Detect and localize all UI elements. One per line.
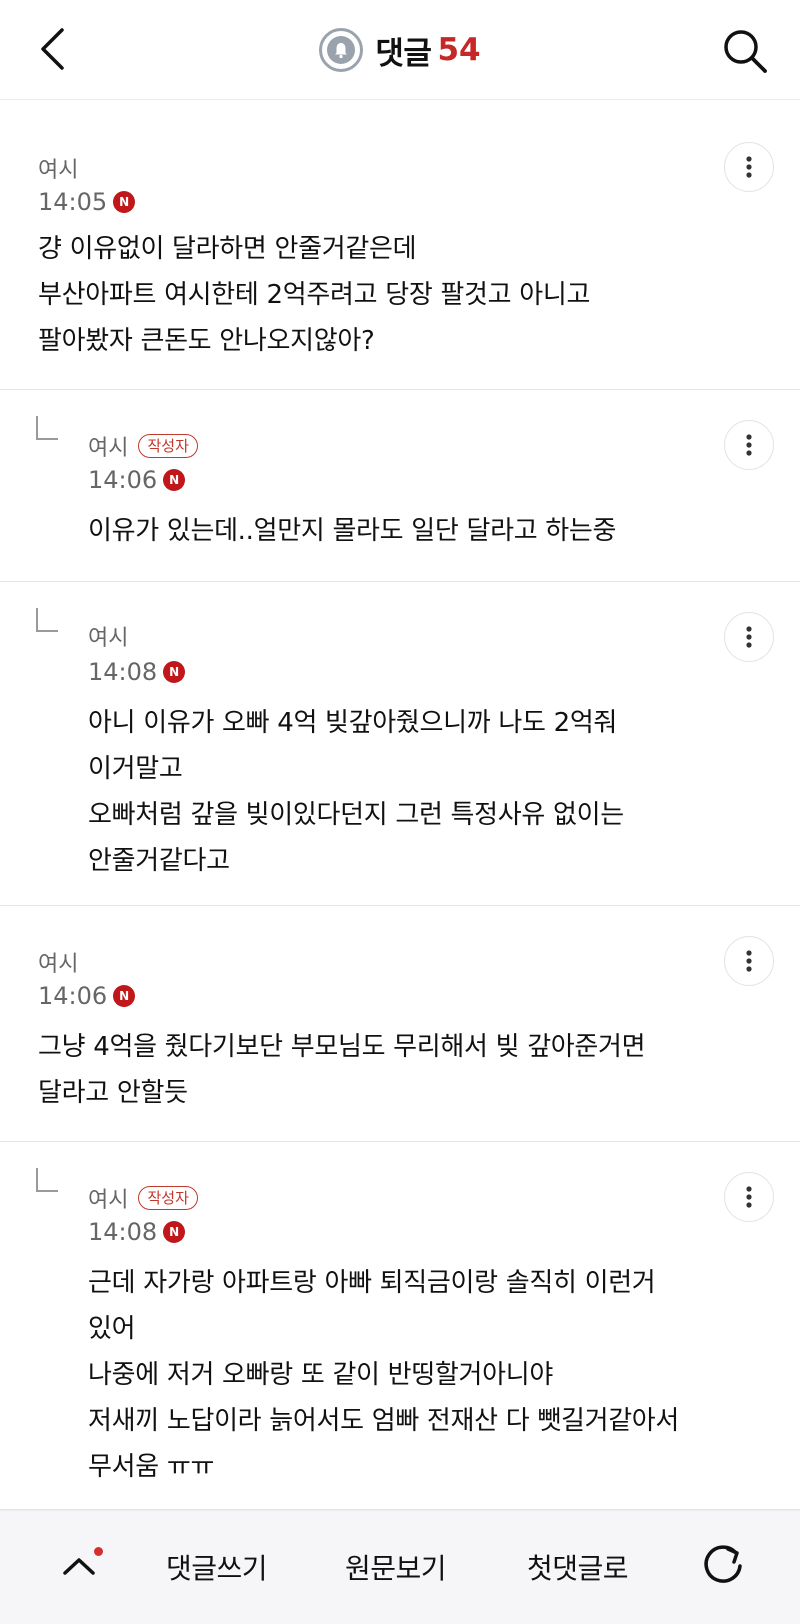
reply-arrow-icon xyxy=(36,416,58,440)
comments-label: 댓글 xyxy=(375,35,432,72)
more-options-icon[interactable] xyxy=(724,1172,774,1222)
comment-time: 14:06 N xyxy=(38,982,136,1010)
bottom-toolbar: 댓글쓰기 원문보기 첫댓글로 xyxy=(0,1510,800,1624)
notification-dot xyxy=(94,1547,103,1556)
comment-author: 여시 작성자 xyxy=(88,430,198,462)
comments-count: 54 xyxy=(437,32,481,68)
reply-arrow-icon xyxy=(36,1168,58,1192)
comment-text: 걍 이유없이 달라하면 안줄거같은데 부산아파트 여시한테 2억주려고 당장 팔… xyxy=(38,234,591,356)
comment-text: 근데 자가랑 아파트랑 아빠 퇴직금이랑 솔직히 이런거 있어 나중에 저거 오… xyxy=(88,1268,680,1482)
comment-author: 여시 작성자 xyxy=(88,1182,198,1214)
new-badge: N xyxy=(113,191,136,213)
new-badge: N xyxy=(163,469,186,491)
reply-arrow-icon xyxy=(36,608,58,632)
more-options-icon[interactable] xyxy=(724,612,774,662)
refresh-icon[interactable] xyxy=(698,1539,748,1589)
comment-author: 여시 xyxy=(38,952,79,977)
more-options-icon[interactable] xyxy=(724,420,774,470)
comment-time: 14:08 N xyxy=(88,658,186,686)
first-comment-button[interactable]: 첫댓글로 xyxy=(527,1545,629,1589)
more-options-icon[interactable] xyxy=(724,142,774,192)
page-title: 댓글 54 xyxy=(0,26,800,74)
view-original-button[interactable]: 원문보기 xyxy=(345,1545,447,1589)
author-badge: 작성자 xyxy=(138,434,198,458)
comment-item: 여시 14:06 N 그냥 4억을 줬다기보단 부모님도 무리해서 빚 갚아준거면… xyxy=(0,906,800,1142)
comment-text: 그냥 4억을 줬다기보단 부모님도 무리해서 빚 갚아준거면 달라고 안할듯 xyxy=(38,1032,646,1108)
write-comment-button[interactable]: 댓글쓰기 xyxy=(166,1545,268,1589)
reply-item: 여시 작성자 14:08 N 근데 자가랑 아파트랑 아빠 퇴직금이랑 솔직히 이런… xyxy=(0,1142,800,1510)
comment-time: 14:05 N xyxy=(38,188,136,216)
comment-time: 14:08 N xyxy=(88,1218,186,1246)
new-badge: N xyxy=(163,661,186,683)
more-options-icon[interactable] xyxy=(724,936,774,986)
comment-text: 아니 이유가 오빠 4억 빚갚아줬으니까 나도 2억줘 이거말고 오빠처럼 갚을… xyxy=(88,708,624,876)
new-badge: N xyxy=(163,1221,186,1243)
new-badge: N xyxy=(113,985,136,1007)
comment-author: 여시 xyxy=(88,626,129,651)
comment-author: 여시 xyxy=(38,158,79,183)
bell-icon[interactable] xyxy=(319,28,364,72)
comment-text: 이유가 있는데..얼만지 몰라도 일단 달라고 하는중 xyxy=(88,516,617,546)
comment-item: 여시 14:05 N 걍 이유없이 달라하면 안줄거같은데 부산아파트 여시한테 … xyxy=(0,112,800,390)
top-header: 댓글 54 xyxy=(0,0,800,100)
comment-time: 14:06 N xyxy=(88,466,186,494)
reply-item: 여시 작성자 14:06 N 이유가 있는데..얼만지 몰라도 일단 달라고 하는중 xyxy=(0,390,800,582)
reply-item: 여시 14:08 N 아니 이유가 오빠 4억 빚갚아줬으니까 나도 2억줘 이거… xyxy=(0,582,800,906)
search-icon[interactable] xyxy=(718,24,772,78)
author-badge: 작성자 xyxy=(138,1186,198,1210)
